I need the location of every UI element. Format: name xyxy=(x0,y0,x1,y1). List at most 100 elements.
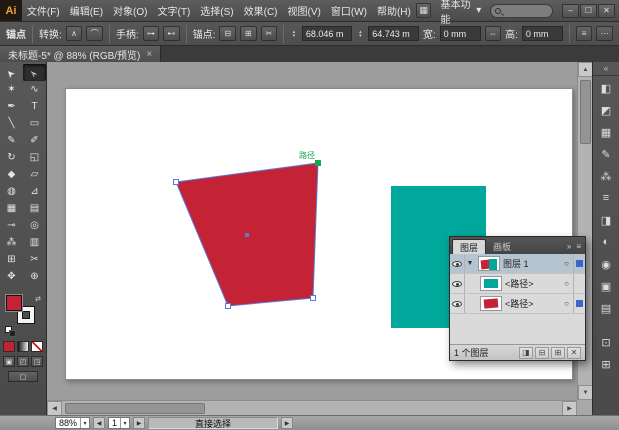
anchor-handle[interactable] xyxy=(311,296,316,301)
y-stepper[interactable]: ▴▾ xyxy=(356,30,364,38)
new-sublayer-button[interactable]: ⊟ xyxy=(535,347,549,359)
menu-file[interactable]: 文件(F) xyxy=(22,0,65,21)
pencil-tool[interactable]: ✐ xyxy=(23,132,46,149)
close-button[interactable]: ✕ xyxy=(598,4,615,18)
anchor-handle-hovered[interactable] xyxy=(316,161,321,166)
vertical-scroll-thumb[interactable] xyxy=(580,80,591,144)
y-position-field[interactable]: 64.743 m xyxy=(368,26,419,41)
shape-builder-tool[interactable]: ◍ xyxy=(0,183,23,200)
type-tool[interactable]: T xyxy=(23,98,46,115)
pen-tool[interactable]: ✒ xyxy=(0,98,23,115)
convert-to-corner-button[interactable]: ∧ xyxy=(66,26,83,41)
free-transform-tool[interactable]: ▱ xyxy=(23,166,46,183)
height-field[interactable]: 0 mm xyxy=(522,26,563,41)
horizontal-scrollbar[interactable]: ◀ ▶ xyxy=(47,400,577,415)
current-tool-status[interactable]: 直接选择 xyxy=(148,417,278,429)
color-panel-icon[interactable]: ◧ xyxy=(595,78,618,98)
search-input[interactable] xyxy=(490,4,553,18)
slice-tool[interactable]: ✂ xyxy=(23,251,46,268)
menu-view[interactable]: 视图(V) xyxy=(283,0,326,21)
blend-tool[interactable]: ◎ xyxy=(23,217,46,234)
selection-indicator[interactable] xyxy=(573,254,585,273)
links-panel-icon[interactable]: ⊡ xyxy=(595,332,618,352)
transparency-panel-icon[interactable]: ◐ xyxy=(595,232,618,252)
column-graph-tool[interactable]: ▥ xyxy=(23,234,46,251)
draw-inside-button[interactable]: ◳ xyxy=(31,356,43,367)
menu-edit[interactable]: 编辑(E) xyxy=(65,0,108,21)
zoom-tool[interactable]: ⊕ xyxy=(23,268,46,285)
scroll-down-button[interactable]: ▼ xyxy=(578,385,593,400)
menu-object[interactable]: 对象(O) xyxy=(108,0,152,21)
color-guide-panel-icon[interactable]: ◩ xyxy=(595,100,618,120)
minimize-button[interactable]: – xyxy=(562,4,579,18)
restore-button[interactable]: ☐ xyxy=(580,4,597,18)
align-options-button[interactable]: ≡ xyxy=(576,26,593,41)
menu-type[interactable]: 文字(T) xyxy=(153,0,196,21)
close-tab-icon[interactable]: × xyxy=(146,49,152,60)
perspective-grid-tool[interactable]: ⊿ xyxy=(23,183,46,200)
make-clipping-mask-button[interactable]: ◨ xyxy=(519,347,533,359)
previous-artboard-button[interactable]: ◀ xyxy=(93,417,105,429)
status-options-button[interactable]: ▶ xyxy=(281,417,293,429)
arrange-documents-button[interactable]: ▦ xyxy=(416,3,432,18)
scroll-left-button[interactable]: ◀ xyxy=(47,401,62,416)
default-stroke-icon[interactable] xyxy=(9,330,16,337)
hand-tool[interactable]: ✥ xyxy=(0,268,23,285)
symbols-panel-icon[interactable]: ⁂ xyxy=(595,166,618,186)
x-stepper[interactable]: ▴▾ xyxy=(290,30,298,38)
layer-row[interactable]: ▼ 图层 1 ○ xyxy=(450,254,585,274)
more-options-button[interactable]: ⋯ xyxy=(596,26,613,41)
zoom-dropdown[interactable]: 88% ▾ xyxy=(55,417,90,429)
x-position-field[interactable]: 68.046 m xyxy=(302,26,353,41)
menu-effect[interactable]: 效果(C) xyxy=(239,0,283,21)
expand-panels-button[interactable]: « xyxy=(593,62,619,76)
width-field[interactable]: 0 mm xyxy=(440,26,481,41)
menu-help[interactable]: 帮助(H) xyxy=(372,0,416,21)
scroll-right-button[interactable]: ▶ xyxy=(562,401,577,416)
visibility-toggle[interactable] xyxy=(450,274,465,293)
gradient-panel-icon[interactable]: ◨ xyxy=(595,210,618,230)
target-circle[interactable]: ○ xyxy=(560,279,573,288)
next-artboard-button[interactable]: ▶ xyxy=(133,417,145,429)
paintbrush-tool[interactable]: ✎ xyxy=(0,132,23,149)
selection-indicator[interactable] xyxy=(573,274,585,293)
new-layer-button[interactable]: ⊞ xyxy=(551,347,565,359)
artboards-panel-icon[interactable]: ⊞ xyxy=(595,354,618,374)
add-anchor-button[interactable]: ⊞ xyxy=(240,26,257,41)
mesh-tool[interactable]: ▦ xyxy=(0,200,23,217)
document-tab[interactable]: 未标题-5* @ 88% (RGB/预览) × xyxy=(0,46,161,62)
appearance-panel-icon[interactable]: ◉ xyxy=(595,254,618,274)
delete-layer-button[interactable]: ✕ xyxy=(567,347,581,359)
tab-layers[interactable]: 图层 xyxy=(452,239,486,254)
artboard-tool[interactable]: ⊞ xyxy=(0,251,23,268)
gradient-tool[interactable]: ▤ xyxy=(23,200,46,217)
selection-tool[interactable]: ➤ xyxy=(0,64,23,81)
path-row[interactable]: <路径> ○ xyxy=(450,294,585,314)
show-handles-button[interactable]: ⊶ xyxy=(143,26,160,41)
target-circle[interactable]: ○ xyxy=(560,259,573,268)
path-row[interactable]: <路径> ○ xyxy=(450,274,585,294)
visibility-toggle[interactable] xyxy=(450,294,465,313)
direct-selection-tool[interactable]: ➢ xyxy=(23,64,46,81)
expand-triangle-icon[interactable]: ▼ xyxy=(465,260,475,267)
panel-menu-icon[interactable]: ≡ xyxy=(576,242,581,251)
artboard-number-dropdown[interactable]: 1 ▾ xyxy=(108,417,130,429)
menu-window[interactable]: 窗口(W) xyxy=(326,0,372,21)
horizontal-scroll-thumb[interactable] xyxy=(65,403,205,414)
line-segment-tool[interactable]: ╲ xyxy=(0,115,23,132)
brushes-panel-icon[interactable]: ✎ xyxy=(595,144,618,164)
eyedropper-tool[interactable]: ⊸ xyxy=(0,217,23,234)
stroke-panel-icon[interactable]: ≡ xyxy=(595,188,618,208)
rectangle-tool[interactable]: ▭ xyxy=(23,115,46,132)
tab-artboards[interactable]: 画板 xyxy=(486,239,518,254)
path-name[interactable]: <路径> xyxy=(505,297,560,310)
rotate-tool[interactable]: ↻ xyxy=(0,149,23,166)
none-button[interactable] xyxy=(31,341,43,352)
graphic-styles-panel-icon[interactable]: ▣ xyxy=(595,276,618,296)
cut-path-button[interactable]: ✂ xyxy=(261,26,278,41)
draw-behind-button[interactable]: ◰ xyxy=(17,356,29,367)
layers-panel-icon[interactable]: ▤ xyxy=(595,298,618,318)
path-name[interactable]: <路径> xyxy=(505,277,560,290)
swap-fill-stroke-icon[interactable]: ⇄ xyxy=(35,295,41,303)
target-circle[interactable]: ○ xyxy=(560,299,573,308)
